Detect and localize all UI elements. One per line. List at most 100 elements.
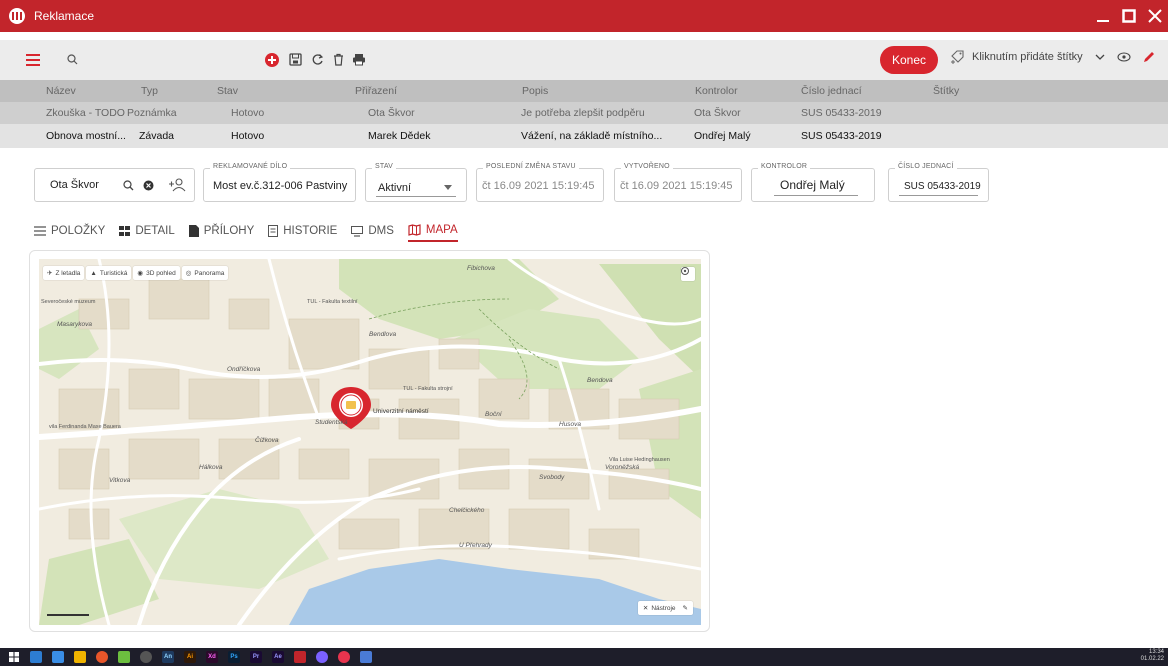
table-cell: Ondřej Malý [694,130,751,142]
reklamovane-dilo-field[interactable]: REKLAMOVANÉ DÍLO Most ev.č.312-006 Pastv… [203,163,356,202]
kontrolor-field[interactable]: KONTROLOR Ondřej Malý [751,163,875,202]
field-value: SUS 05433-2019 [904,181,981,192]
table-cell: Obnova mostní... [46,130,126,142]
column-header[interactable]: Typ [141,85,158,97]
taskbar-app-icon[interactable] [338,651,350,663]
poi-label: TUL - Fakulta textilní [307,299,358,305]
eye-icon[interactable] [1117,52,1131,62]
print-button[interactable] [352,53,366,66]
tab-label: DMS [368,225,394,237]
field-label: STAV [372,163,397,170]
column-header[interactable]: Popis [522,85,548,97]
pencil-icon: ✎ [682,605,688,612]
taskbar-app-icon[interactable]: An [162,651,174,663]
save-icon [289,53,302,66]
taskbar-app-icon[interactable] [74,651,86,663]
add-tags-field[interactable]: Kliknutím přidáte štítky [950,50,1155,64]
refresh-button[interactable] [311,53,324,66]
taskbar-app-icon[interactable]: Pr [250,651,262,663]
konec-button[interactable]: Konec [880,46,938,74]
minimize-button[interactable] [1090,0,1116,32]
field-label: KONTROLOR [758,163,811,170]
user-filter-value: Ota Škvor [50,179,99,191]
clock-time: 13:34 [1148,649,1164,655]
water-area [289,559,701,625]
tab-detail[interactable]: DETAIL [119,220,175,242]
maximize-button[interactable] [1116,0,1142,32]
map-layer-panorama[interactable]: ◎ Panorama [181,266,229,280]
table-cell: Je potřeba zlepšit podpěru [521,107,645,119]
os-taskbar: An Ai Xd Ps Pr Ae 13:34 01.02.22 [0,648,1168,666]
column-header[interactable]: Číslo jednací [801,85,862,97]
taskbar-app-icon[interactable]: Ai [184,651,196,663]
tab-mapa[interactable]: MAPA [407,220,458,242]
search-icon[interactable] [67,54,78,65]
table-cell: Hotovo [231,130,265,142]
tab-label: MAPA [425,224,458,236]
street-label: Husova [559,421,582,428]
table-row[interactable]: Zkouška - TODO Poznámka Hotovo Ota Škvor… [0,102,1168,124]
user-filter-field[interactable]: Ota Škvor [34,168,195,202]
taskbar-app-icon[interactable] [316,651,328,663]
column-header[interactable]: Štítky [933,85,959,97]
map-tools-button[interactable]: ✕ Nástroje ✎ [637,601,693,615]
taskbar-app-icon[interactable] [118,651,130,663]
tab-dms[interactable]: DMS [351,220,394,242]
table-cell: Ota Škvor [694,107,741,119]
plane-icon: ✈ [47,270,53,277]
taskbar-app-icon[interactable] [30,651,42,663]
window-controls [1090,0,1168,32]
complaints-table: Název Typ Stav Přiřazení Popis Kontrolor… [0,80,1168,148]
cislo-jednaci-field[interactable]: ČÍSLO JEDNACÍ SUS 05433-2019 [888,163,989,202]
column-header[interactable]: Název [46,85,76,97]
column-header[interactable]: Stav [217,85,238,97]
table-row-selected[interactable]: Obnova mostní... Závada Hotovo Marek Děd… [0,124,1168,148]
windows-start-icon[interactable] [8,651,20,663]
map-layer-tourist[interactable]: ▲ Turistická [86,266,132,280]
map-layer-3d[interactable]: ◉ 3D pohled [133,266,180,280]
tab-label: PŘÍLOHY [203,225,255,237]
add-user-icon[interactable] [168,178,186,192]
taskbar-app-icon[interactable] [140,651,152,663]
tab-bar: POLOŽKY DETAIL PŘÍLOHY HISTORIE DMS MAPA [34,220,472,242]
globe-icon: ◉ [137,270,144,277]
field-value: čt 16.09 2021 15:19:45 [482,180,595,192]
taskbar-app-icon[interactable] [360,651,372,663]
street-label: Voroněžská [605,464,640,471]
tab-polozky[interactable]: POLOŽKY [34,220,105,242]
map-view[interactable]: Fibichova Masarykova Bendlova Ondříčkova… [39,259,701,625]
taskbar-app-icon[interactable] [52,651,64,663]
taskbar-app-icon[interactable] [294,651,306,663]
compass-button[interactable] [681,267,695,281]
poi-label: Vila Luise Hedinghausen [609,457,670,463]
street-label: Čížkova [255,437,279,444]
delete-button[interactable] [332,53,345,66]
map-layer-aerial[interactable]: ✈ Z letadla [43,266,85,280]
tab-historie[interactable]: HISTORIE [268,220,337,242]
chevron-down-icon[interactable] [1095,53,1105,61]
tab-prilohy[interactable]: PŘÍLOHY [188,220,255,242]
pencil-icon[interactable] [1143,51,1155,63]
save-button[interactable] [289,53,302,66]
search-icon[interactable] [123,180,134,191]
menu-icon[interactable] [26,54,40,66]
add-button[interactable] [264,52,280,68]
field-value: Most ev.č.312-006 Pastviny [213,180,348,192]
street-label: Ondříčkova [227,366,261,373]
field-label: POSLEDNÍ ZMĚNA STAVU [483,163,579,170]
street-label: Studentská [315,419,348,426]
field-value: Aktivní [378,182,412,194]
clear-icon[interactable] [143,180,154,191]
taskbar-app-icon[interactable] [96,651,108,663]
field-value: čt 16.09 2021 15:19:45 [620,180,733,192]
close-button[interactable] [1142,0,1168,32]
trash-icon [334,53,343,66]
table-cell: Poznámka [127,107,177,119]
taskbar-app-icon[interactable]: Xd [206,651,218,663]
column-header[interactable]: Přiřazení [355,85,397,97]
stav-select[interactable]: STAV Aktivní [365,163,467,202]
taskbar-app-icon[interactable]: Ae [272,651,284,663]
refresh-icon [312,54,324,65]
taskbar-app-icon[interactable]: Ps [228,651,240,663]
column-header[interactable]: Kontrolor [695,85,738,97]
